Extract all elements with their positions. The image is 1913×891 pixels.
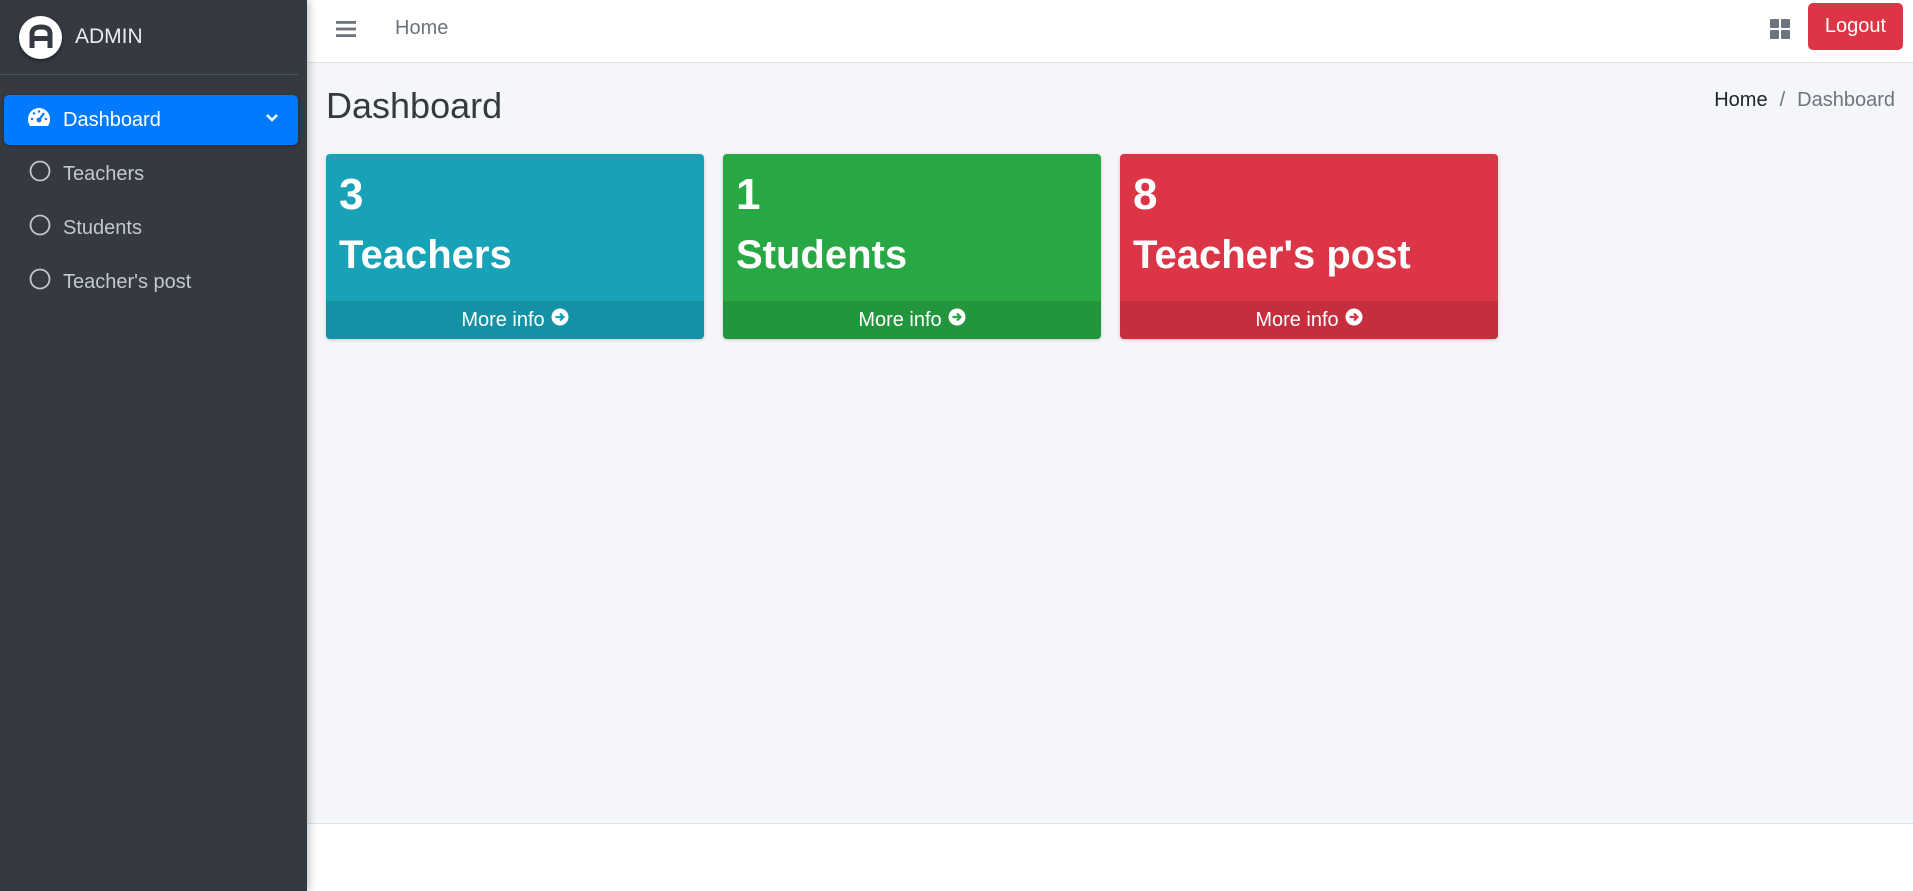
admin-logo-icon [19, 15, 62, 59]
sidebar-nav: Dashboard Teachers Students Teacher's po… [0, 75, 307, 307]
hamburger-menu-icon[interactable] [336, 20, 356, 43]
top-navbar: Home Logout [307, 0, 1913, 63]
sidebar-item-label: Teachers [63, 162, 145, 185]
arrow-circle-right-icon [1339, 308, 1363, 332]
card-count: 8 [1133, 170, 1158, 219]
content-wrapper: Dashboard Home / Dashboard 3 Teachers Mo… [307, 63, 1913, 823]
chevron-down-icon [264, 109, 280, 132]
more-info-link[interactable]: More info [326, 301, 704, 339]
breadcrumb-separator: / [1779, 89, 1786, 111]
sidebar-item-dashboard[interactable]: Dashboard [4, 95, 298, 145]
stat-cards: 3 Teachers More info 1 Students More inf… [326, 154, 1517, 339]
tachometer-icon [27, 107, 51, 133]
more-info-label: More info [858, 308, 942, 331]
logout-button[interactable]: Logout [1808, 3, 1903, 50]
card-count: 3 [339, 170, 364, 219]
circle-icon [29, 268, 51, 296]
card-title: Students [736, 233, 908, 277]
card-count: 1 [736, 170, 761, 219]
main-footer [307, 823, 1913, 891]
more-info-label: More info [461, 308, 545, 331]
teachers-post-stat-card: 8 Teacher's post More info [1120, 154, 1498, 339]
sidebar-item-teachers[interactable]: Teachers [4, 149, 298, 199]
sidebar-item-label: Students [63, 216, 142, 239]
sidebar-item-label: Teacher's post [63, 270, 192, 293]
arrow-circle-right-icon [545, 308, 569, 332]
breadcrumb: Home / Dashboard [1714, 89, 1895, 112]
circle-icon [29, 160, 51, 188]
breadcrumb-current: Dashboard [1797, 89, 1895, 111]
students-stat-card: 1 Students More info [723, 154, 1101, 339]
arrow-circle-right-icon [942, 308, 966, 332]
breadcrumb-home-link[interactable]: Home [1714, 89, 1767, 112]
page-title: Dashboard [326, 85, 503, 126]
sidebar: ADMIN Dashboard Teachers Students Teache… [0, 0, 307, 891]
card-title: Teachers [339, 233, 512, 277]
more-info-link[interactable]: More info [1120, 301, 1498, 339]
brand-link[interactable]: ADMIN [0, 0, 298, 75]
sidebar-item-label: Dashboard [63, 108, 161, 131]
more-info-label: More info [1255, 308, 1339, 331]
circle-icon [29, 214, 51, 242]
card-title: Teacher's post [1133, 233, 1411, 277]
sidebar-item-teachers-post[interactable]: Teacher's post [4, 257, 298, 307]
grid-apps-icon[interactable] [1770, 19, 1790, 44]
top-home-link[interactable]: Home [395, 17, 448, 40]
more-info-link[interactable]: More info [723, 301, 1101, 339]
sidebar-item-students[interactable]: Students [4, 203, 298, 253]
teachers-stat-card: 3 Teachers More info [326, 154, 704, 339]
brand-text: ADMIN [75, 25, 143, 48]
